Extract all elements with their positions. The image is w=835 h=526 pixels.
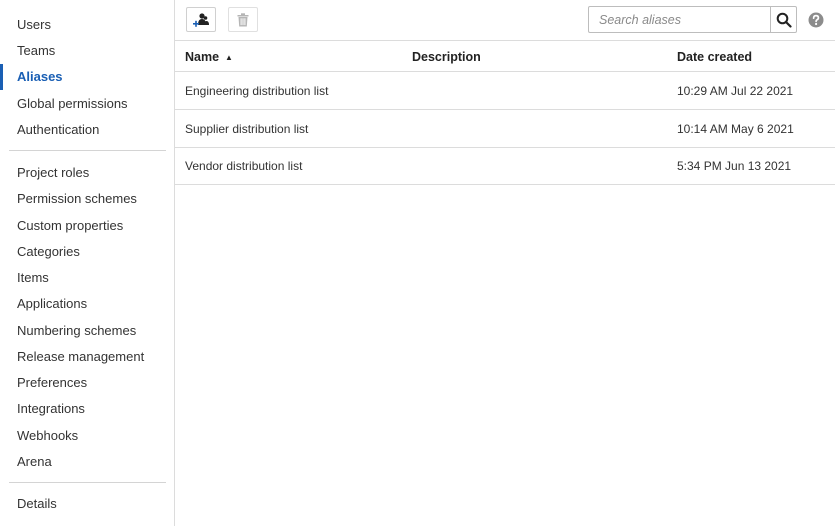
sidebar-item-details[interactable]: Details: [17, 496, 57, 512]
alias-name: Engineering distribution list: [185, 84, 329, 98]
search-icon: [776, 12, 792, 28]
table-row[interactable]: Vendor distribution list 5:34 PM Jun 13 …: [175, 147, 835, 185]
search-button[interactable]: [770, 7, 796, 32]
alias-name: Vendor distribution list: [185, 159, 303, 173]
sidebar-item-custom-properties[interactable]: Custom properties: [17, 218, 123, 234]
toolbar: [175, 0, 835, 41]
sidebar-divider: [9, 150, 166, 151]
help-icon[interactable]: [808, 12, 824, 28]
sidebar-item-users[interactable]: Users: [17, 17, 51, 33]
sidebar-item-global-permissions[interactable]: Global permissions: [17, 96, 128, 112]
column-header-name-label: Name: [185, 50, 220, 64]
alias-date-created: 5:34 PM Jun 13 2021: [677, 159, 792, 173]
search-input[interactable]: [589, 7, 771, 32]
alias-date-created: 10:29 AM Jul 22 2021: [677, 84, 794, 98]
sidebar-item-aliases[interactable]: Aliases: [17, 69, 63, 85]
sidebar-item-numbering-schemes[interactable]: Numbering schemes: [17, 323, 136, 339]
sidebar-item-release-management[interactable]: Release management: [17, 349, 144, 365]
sidebar-item-categories[interactable]: Categories: [17, 244, 80, 260]
sidebar-item-arena[interactable]: Arena: [17, 454, 52, 470]
alias-date-created: 10:14 AM May 6 2021: [677, 122, 794, 136]
main-panel: Name ▲ Description Date created Engineeri…: [175, 0, 835, 526]
column-header-description[interactable]: Description: [412, 50, 481, 64]
trash-icon: [237, 12, 249, 26]
sidebar-item-applications[interactable]: Applications: [17, 296, 87, 312]
table-header: Name ▲ Description Date created: [175, 41, 835, 72]
add-alias-button[interactable]: [186, 7, 216, 32]
search-box: [588, 6, 797, 33]
sidebar-item-webhooks[interactable]: Webhooks: [17, 428, 78, 444]
add-users-icon: [193, 12, 209, 27]
sidebar-item-permission-schemes[interactable]: Permission schemes: [17, 191, 137, 207]
table-row[interactable]: Engineering distribution list 10:29 AM J…: [175, 72, 835, 110]
sidebar-item-integrations[interactable]: Integrations: [17, 401, 85, 417]
column-header-name[interactable]: Name ▲: [185, 50, 233, 64]
sidebar-item-preferences[interactable]: Preferences: [17, 375, 87, 391]
alias-name: Supplier distribution list: [185, 122, 309, 136]
active-indicator: [0, 64, 3, 90]
sidebar-item-authentication[interactable]: Authentication: [17, 122, 99, 138]
sidebar-item-items[interactable]: Items: [17, 270, 49, 286]
column-header-date-created[interactable]: Date created: [677, 50, 752, 64]
sidebar: Users Teams Aliases Global permissions A…: [0, 0, 175, 526]
sidebar-item-teams[interactable]: Teams: [17, 43, 55, 59]
table-row[interactable]: Supplier distribution list 10:14 AM May …: [175, 110, 835, 148]
delete-alias-button[interactable]: [228, 7, 258, 32]
sidebar-divider: [9, 482, 166, 483]
sort-ascending-icon: ▲: [225, 53, 233, 62]
sidebar-item-project-roles[interactable]: Project roles: [17, 165, 89, 181]
